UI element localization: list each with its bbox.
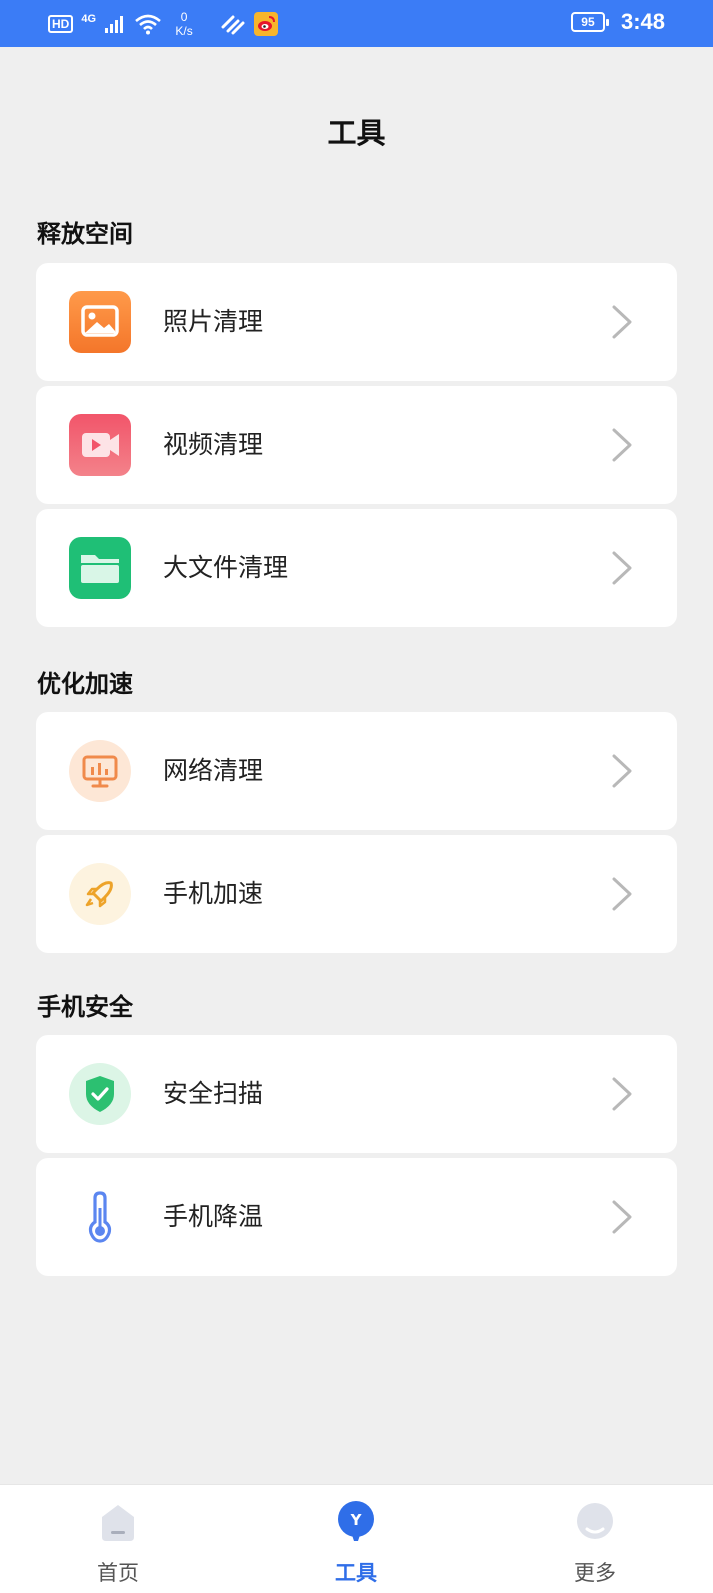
nav-label-tools: 工具	[335, 1561, 377, 1585]
rocket-icon	[69, 863, 131, 925]
status-bar: HD 4G 0 K/s 95 3:48	[0, 0, 713, 47]
tool-item-security-scan[interactable]: 安全扫描	[36, 1035, 677, 1153]
bottom-nav: 首页 Y 工具 更多	[0, 1484, 713, 1593]
nav-item-home[interactable]: 首页	[38, 1485, 198, 1593]
battery-icon: 95	[570, 12, 609, 32]
speed-value: 0	[180, 10, 188, 24]
nav-item-more[interactable]: 更多	[515, 1485, 675, 1593]
chevron-right-icon	[612, 877, 632, 911]
speed-unit: K/s	[175, 24, 193, 38]
tool-item-network-cleanup[interactable]: 网络清理	[36, 712, 677, 830]
hd-badge: HD	[48, 15, 74, 33]
nav-item-tools[interactable]: Y 工具	[276, 1485, 436, 1593]
wifi-icon	[135, 14, 161, 35]
status-left: HD 4G 0 K/s	[48, 10, 279, 38]
tool-item-label: 手机加速	[163, 879, 264, 908]
photo-icon	[69, 291, 131, 353]
shield-check-icon	[69, 1063, 131, 1125]
tool-item-phone-cooldown[interactable]: 手机降温	[36, 1158, 677, 1276]
thermometer-icon	[69, 1186, 131, 1248]
chevron-right-icon	[612, 551, 632, 585]
chevron-right-icon	[612, 305, 632, 339]
battery-level: 95	[581, 15, 595, 29]
svg-text:Y: Y	[350, 1511, 363, 1529]
tool-item-label: 大文件清理	[163, 553, 289, 582]
network-type: 4G	[81, 13, 97, 25]
signal-icon	[105, 16, 124, 33]
more-face-icon	[577, 1503, 613, 1539]
home-icon	[102, 1505, 134, 1541]
chevron-right-icon	[612, 754, 632, 788]
tool-item-phone-boost[interactable]: 手机加速	[36, 835, 677, 953]
folder-icon	[69, 537, 131, 599]
status-right: 95 3:48	[570, 9, 665, 35]
tool-item-label: 安全扫描	[163, 1079, 264, 1108]
tool-item-video-cleanup[interactable]: 视频清理	[36, 386, 677, 504]
weibo-icon	[254, 12, 279, 36]
tool-item-label: 视频清理	[163, 430, 264, 459]
network-monitor-icon	[69, 740, 131, 802]
notification-app-icon	[221, 15, 245, 35]
tools-icon: Y	[338, 1501, 374, 1541]
chevron-right-icon	[612, 1077, 632, 1111]
chevron-right-icon	[612, 1200, 632, 1234]
section-title-optimize: 优化加速	[37, 670, 133, 698]
chevron-right-icon	[612, 428, 632, 462]
tool-item-label: 手机降温	[163, 1202, 264, 1231]
section-title-phone-security: 手机安全	[37, 993, 133, 1021]
page-title: 工具	[327, 116, 386, 150]
tool-item-photo-cleanup[interactable]: 照片清理	[36, 263, 677, 381]
tool-item-label: 照片清理	[163, 307, 264, 336]
nav-label-more: 更多	[574, 1561, 616, 1585]
tool-item-large-file-cleanup[interactable]: 大文件清理	[36, 509, 677, 627]
status-time: 3:48	[620, 9, 665, 34]
video-icon	[69, 414, 131, 476]
network-speed: 0 K/s	[170, 10, 198, 38]
nav-label-home: 首页	[97, 1561, 139, 1585]
section-title-free-space: 释放空间	[37, 220, 133, 248]
tool-item-label: 网络清理	[163, 756, 264, 785]
